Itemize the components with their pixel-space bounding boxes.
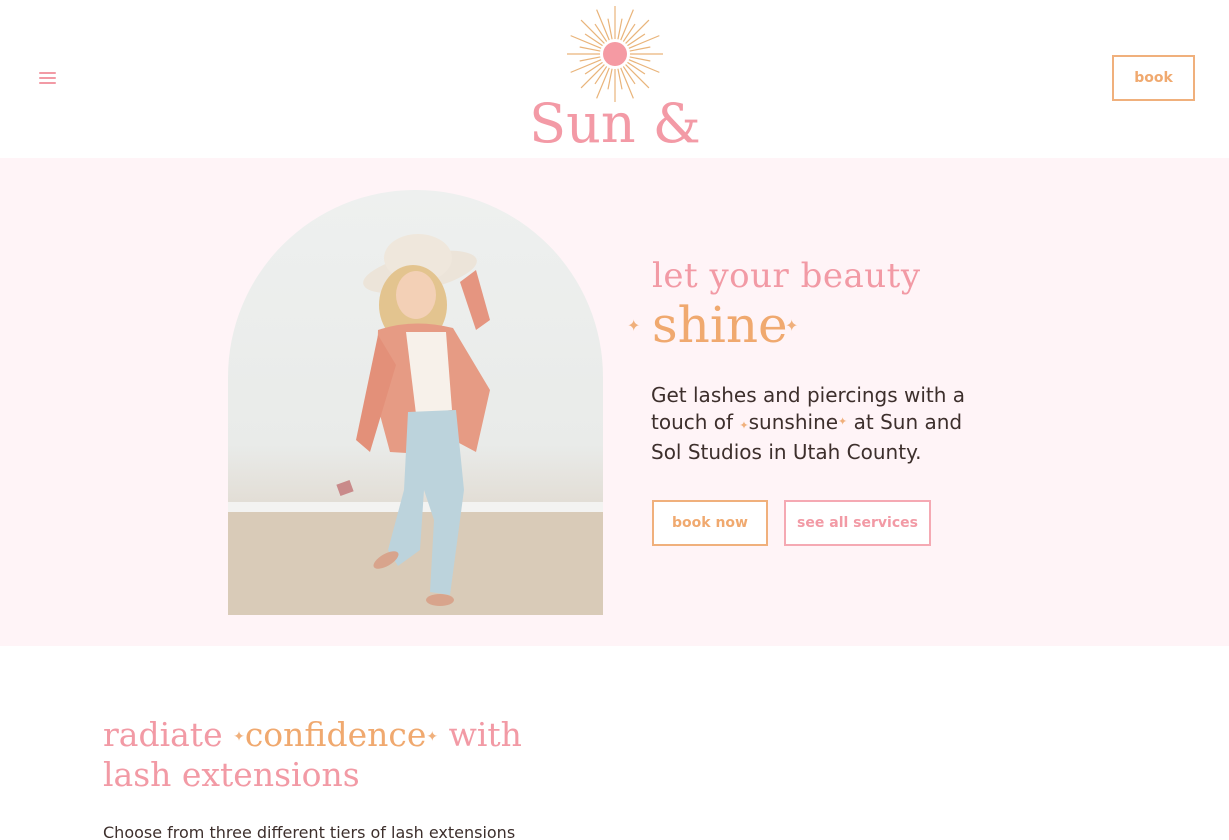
see-all-services-button[interactable]: see all services [784,500,931,546]
sparkle-icon: ✦ [426,729,439,745]
lash-section-heading: radiate ✦confidence✦ with lash extension… [103,715,522,794]
hamburger-menu-icon[interactable] [36,68,60,88]
lash-section-body: Choose from three different tiers of las… [103,823,516,840]
book-button[interactable]: book [1112,55,1195,101]
hero-section: ✦ ✦ [0,158,1229,646]
woman-portrait-image [228,234,603,615]
hero-tagline: let your beauty [652,256,921,296]
hero-description: Get lashes and piercings with a touch of… [651,383,966,464]
logo[interactable]: Sun & Sol [490,4,740,214]
sparkle-icon: ✦ [838,414,848,428]
sunburst-icon [567,6,663,102]
hero-photo [228,190,603,615]
site-header: Sun & Sol book [0,0,1229,214]
sparkle-icon: ✦ [739,418,749,432]
hero-tagline-emphasis: shine [652,296,788,354]
sparkle-icon: ✦ [233,729,245,745]
book-now-button[interactable]: book now [652,500,768,546]
sparkle-icon: ✦ [627,318,641,335]
